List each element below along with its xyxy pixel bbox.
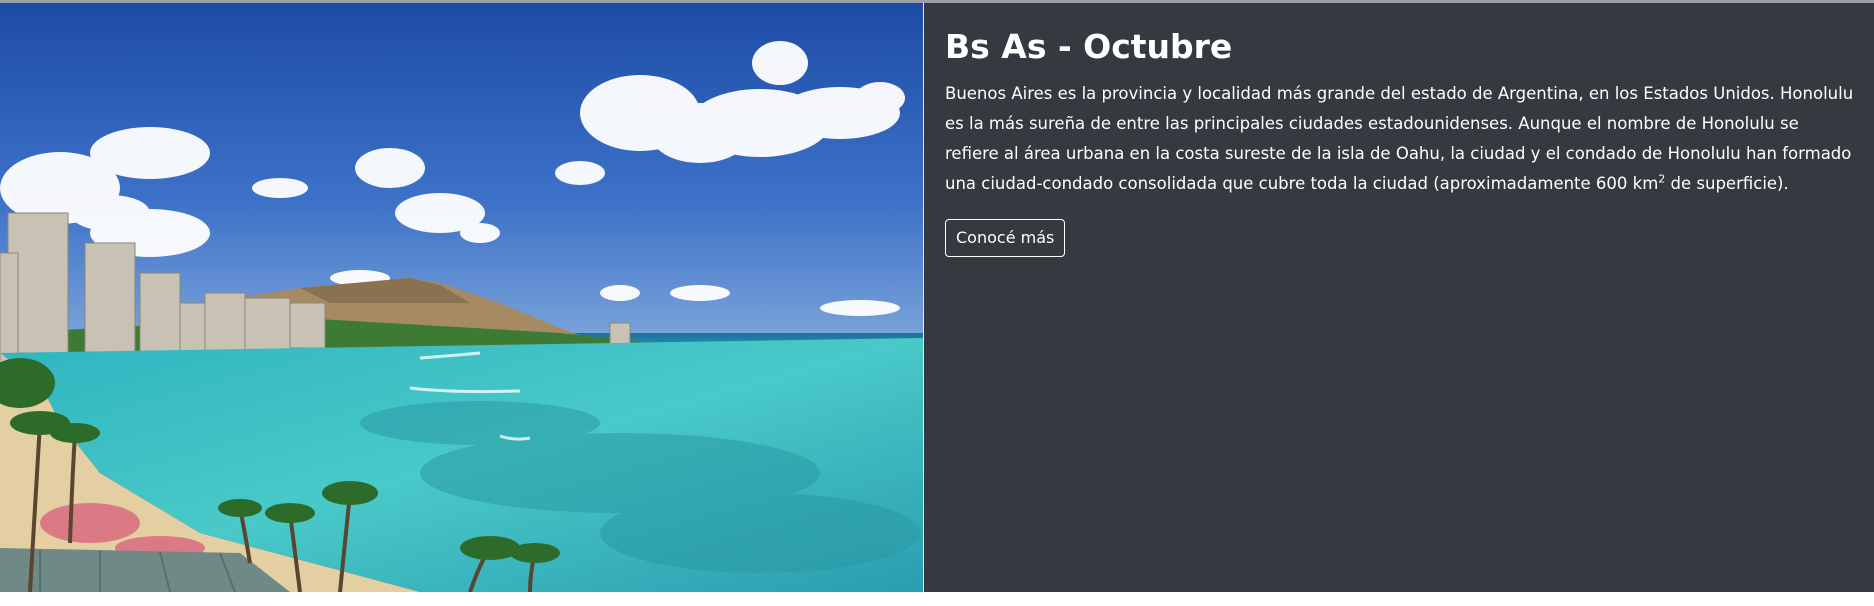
learn-more-button[interactable]: Conocé más <box>945 219 1066 257</box>
card-image <box>0 3 924 592</box>
card-body: Bs As - Octubre Buenos Aires es la provi… <box>924 3 1874 592</box>
beach-photo <box>0 3 923 592</box>
card-description: Buenos Aires es la provincia y localidad… <box>945 79 1854 199</box>
destination-card: Bs As - Octubre Buenos Aires es la provi… <box>0 3 1874 592</box>
card-title: Bs As - Octubre <box>945 27 1233 66</box>
card-description-end: de superficie). <box>1665 174 1789 193</box>
